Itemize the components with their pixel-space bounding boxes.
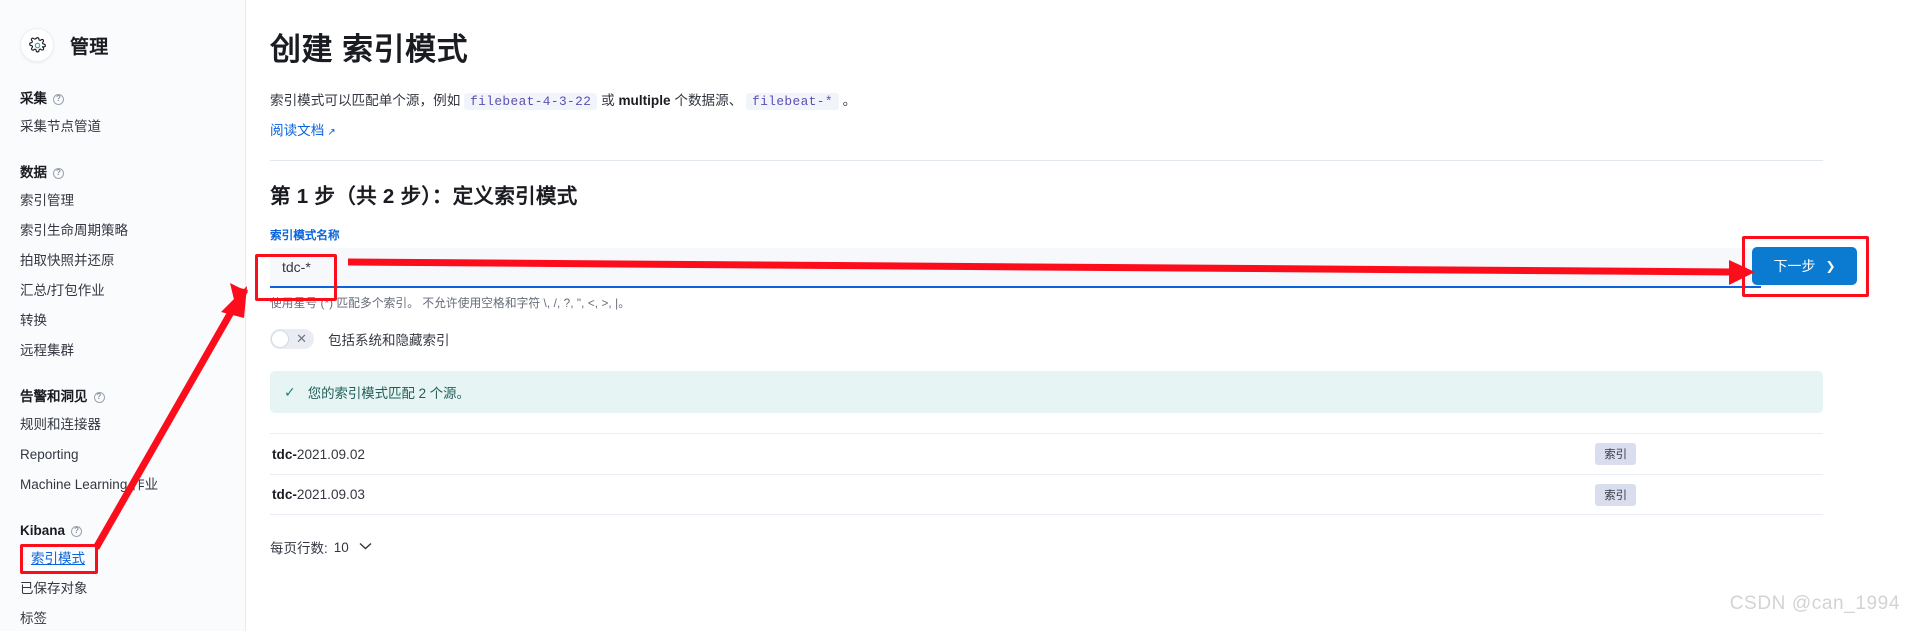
sidebar-group-label: 告警和洞见 ? bbox=[0, 384, 245, 410]
description-code-example-2: filebeat-* bbox=[746, 93, 839, 110]
toggle-knob bbox=[271, 330, 289, 348]
sidebar-group-label: Kibana ? bbox=[0, 518, 245, 544]
sidebar-item-reporting[interactable]: Reporting bbox=[0, 440, 245, 470]
source-name-prefix: tdc- bbox=[272, 487, 297, 502]
next-step-button[interactable]: 下一步 ❯ bbox=[1752, 247, 1857, 285]
external-link-icon: ↗ bbox=[327, 127, 336, 138]
index-pattern-field-label: 索引模式名称 bbox=[270, 229, 340, 242]
read-docs-link[interactable]: 阅读文档 ↗ bbox=[270, 119, 336, 139]
chevron-down-icon bbox=[359, 541, 372, 553]
sidebar-item-tags[interactable]: 标签 bbox=[0, 604, 245, 631]
include-system-indices-toggle[interactable]: ✕ bbox=[270, 329, 314, 349]
toggle-off-icon: ✕ bbox=[296, 331, 307, 346]
description-part-2: 或 bbox=[597, 93, 619, 108]
matching-sources-table: tdc-2021.09.02 索引 tdc-2021.09.03 索引 bbox=[270, 433, 1823, 515]
table-row[interactable]: tdc-2021.09.02 索引 bbox=[270, 433, 1823, 474]
rows-per-page-label: 每页行数: bbox=[270, 541, 328, 556]
sidebar: 管理 采集 ? 采集节点管道 数据 ? 索引管理 索引生命周期策略 拍取快照并还… bbox=[0, 0, 246, 631]
include-system-indices-toggle-row: ✕ 包括系统和隐藏索引 bbox=[270, 329, 1859, 349]
sidebar-group-title: Kibana bbox=[20, 523, 66, 538]
read-docs-link-label: 阅读文档 bbox=[270, 123, 325, 138]
chevron-right-icon: ❯ bbox=[1825, 259, 1836, 273]
source-name: tdc-2021.09.02 bbox=[272, 447, 365, 462]
index-pattern-help-text: 使用星号 (*) 匹配多个索引。 不允许使用空格和字符 \, /, ?, ", … bbox=[270, 297, 631, 310]
status-badge: 索引 bbox=[1595, 483, 1636, 506]
description-code-example-1: filebeat-4-3-22 bbox=[464, 93, 598, 110]
sidebar-group-label: 数据 ? bbox=[0, 160, 245, 186]
sidebar-group-alerts-insights: 告警和洞见 ? 规则和连接器 Reporting Machine Learnin… bbox=[0, 384, 245, 500]
step-title: 第 1 步（共 2 步）：定义索引模式 bbox=[270, 185, 578, 208]
sidebar-item-saved-objects[interactable]: 已保存对象 bbox=[0, 574, 245, 604]
section-divider bbox=[270, 160, 1823, 161]
sidebar-item-machine-learning-jobs[interactable]: Machine Learning 作业 bbox=[0, 470, 245, 500]
app-root: 管理 采集 ? 采集节点管道 数据 ? 索引管理 索引生命周期策略 拍取快照并还… bbox=[0, 0, 1919, 631]
include-system-indices-label: 包括系统和隐藏索引 bbox=[328, 333, 450, 348]
page-description: 索引模式可以匹配单个源，例如 filebeat-4-3-22 或 multipl… bbox=[270, 91, 1470, 112]
read-docs-link-wrapper: 阅读文档 ↗ bbox=[270, 112, 1859, 140]
next-step-button-wrapper: 下一步 ❯ bbox=[1752, 247, 1857, 285]
sidebar-header: 管理 bbox=[0, 14, 245, 74]
description-part-4: 。 bbox=[838, 93, 857, 108]
table-row[interactable]: tdc-2021.09.03 索引 bbox=[270, 474, 1823, 515]
source-name-prefix: tdc- bbox=[272, 446, 297, 462]
sidebar-item-index-management[interactable]: 索引管理 bbox=[0, 186, 245, 216]
help-icon[interactable]: ? bbox=[93, 391, 105, 403]
index-pattern-input-row bbox=[270, 248, 1859, 288]
sidebar-item-remote-clusters[interactable]: 远程集群 bbox=[0, 336, 245, 366]
help-icon[interactable]: ? bbox=[53, 167, 64, 179]
description-part-1: 索引模式可以匹配单个源，例如 bbox=[270, 93, 465, 108]
sidebar-item-index-lifecycle-policies[interactable]: 索引生命周期策略 bbox=[0, 216, 245, 246]
status-badge: 索引 bbox=[1595, 443, 1636, 465]
sidebar-item-ingest-pipelines[interactable]: 采集节点管道 bbox=[0, 112, 245, 142]
watermark: CSDN @can_1994 bbox=[1729, 593, 1900, 614]
sidebar-item-snapshot-restore[interactable]: 拍取快照并还原 bbox=[0, 246, 245, 276]
gear-icon bbox=[20, 28, 54, 62]
source-name-suffix: 2021.09.02 bbox=[296, 446, 365, 462]
sidebar-item-index-patterns[interactable]: 索引模式 bbox=[20, 544, 98, 574]
sidebar-group-label: 采集 ? bbox=[0, 86, 245, 112]
source-name: tdc-2021.09.03 bbox=[272, 487, 365, 502]
sidebar-title: 管理 bbox=[70, 36, 109, 58]
next-step-button-label: 下一步 bbox=[1773, 258, 1816, 274]
sidebar-group-title: 采集 bbox=[20, 91, 47, 106]
sidebar-group-title: 数据 bbox=[20, 165, 47, 180]
sidebar-group-title: 告警和洞见 bbox=[20, 389, 88, 404]
help-icon[interactable]: ? bbox=[53, 93, 64, 105]
rows-per-page-control[interactable]: 每页行数: 10 bbox=[270, 537, 1859, 557]
sidebar-group-collection: 采集 ? 采集节点管道 bbox=[0, 86, 245, 142]
match-success-text: 您的索引模式匹配 2 个源。 bbox=[307, 386, 470, 401]
main-content: 创建 索引模式 索引模式可以匹配单个源，例如 filebeat-4-3-22 或… bbox=[246, 0, 1919, 631]
rows-per-page-value: 10 bbox=[333, 539, 349, 555]
help-icon[interactable]: ? bbox=[71, 525, 83, 537]
sidebar-item-transforms[interactable]: 转换 bbox=[0, 306, 245, 336]
index-pattern-input[interactable] bbox=[270, 248, 1761, 288]
sidebar-item-rules-connectors[interactable]: 规则和连接器 bbox=[0, 410, 245, 440]
match-success-callout: ✓ 您的索引模式匹配 2 个源。 bbox=[270, 371, 1823, 413]
page-title: 创建 索引模式 bbox=[270, 32, 469, 67]
check-icon: ✓ bbox=[284, 383, 296, 400]
sidebar-group-data: 数据 ? 索引管理 索引生命周期策略 拍取快照并还原 汇总/打包作业 转换 远程… bbox=[0, 160, 245, 366]
sidebar-item-rollup-jobs[interactable]: 汇总/打包作业 bbox=[0, 276, 245, 306]
description-bold-multiple: multiple bbox=[618, 93, 671, 108]
sidebar-group-kibana: Kibana ? 索引模式 已保存对象 标签 bbox=[0, 518, 245, 631]
source-name-suffix: 2021.09.03 bbox=[296, 487, 365, 502]
description-part-3: 个数据源、 bbox=[670, 93, 747, 108]
